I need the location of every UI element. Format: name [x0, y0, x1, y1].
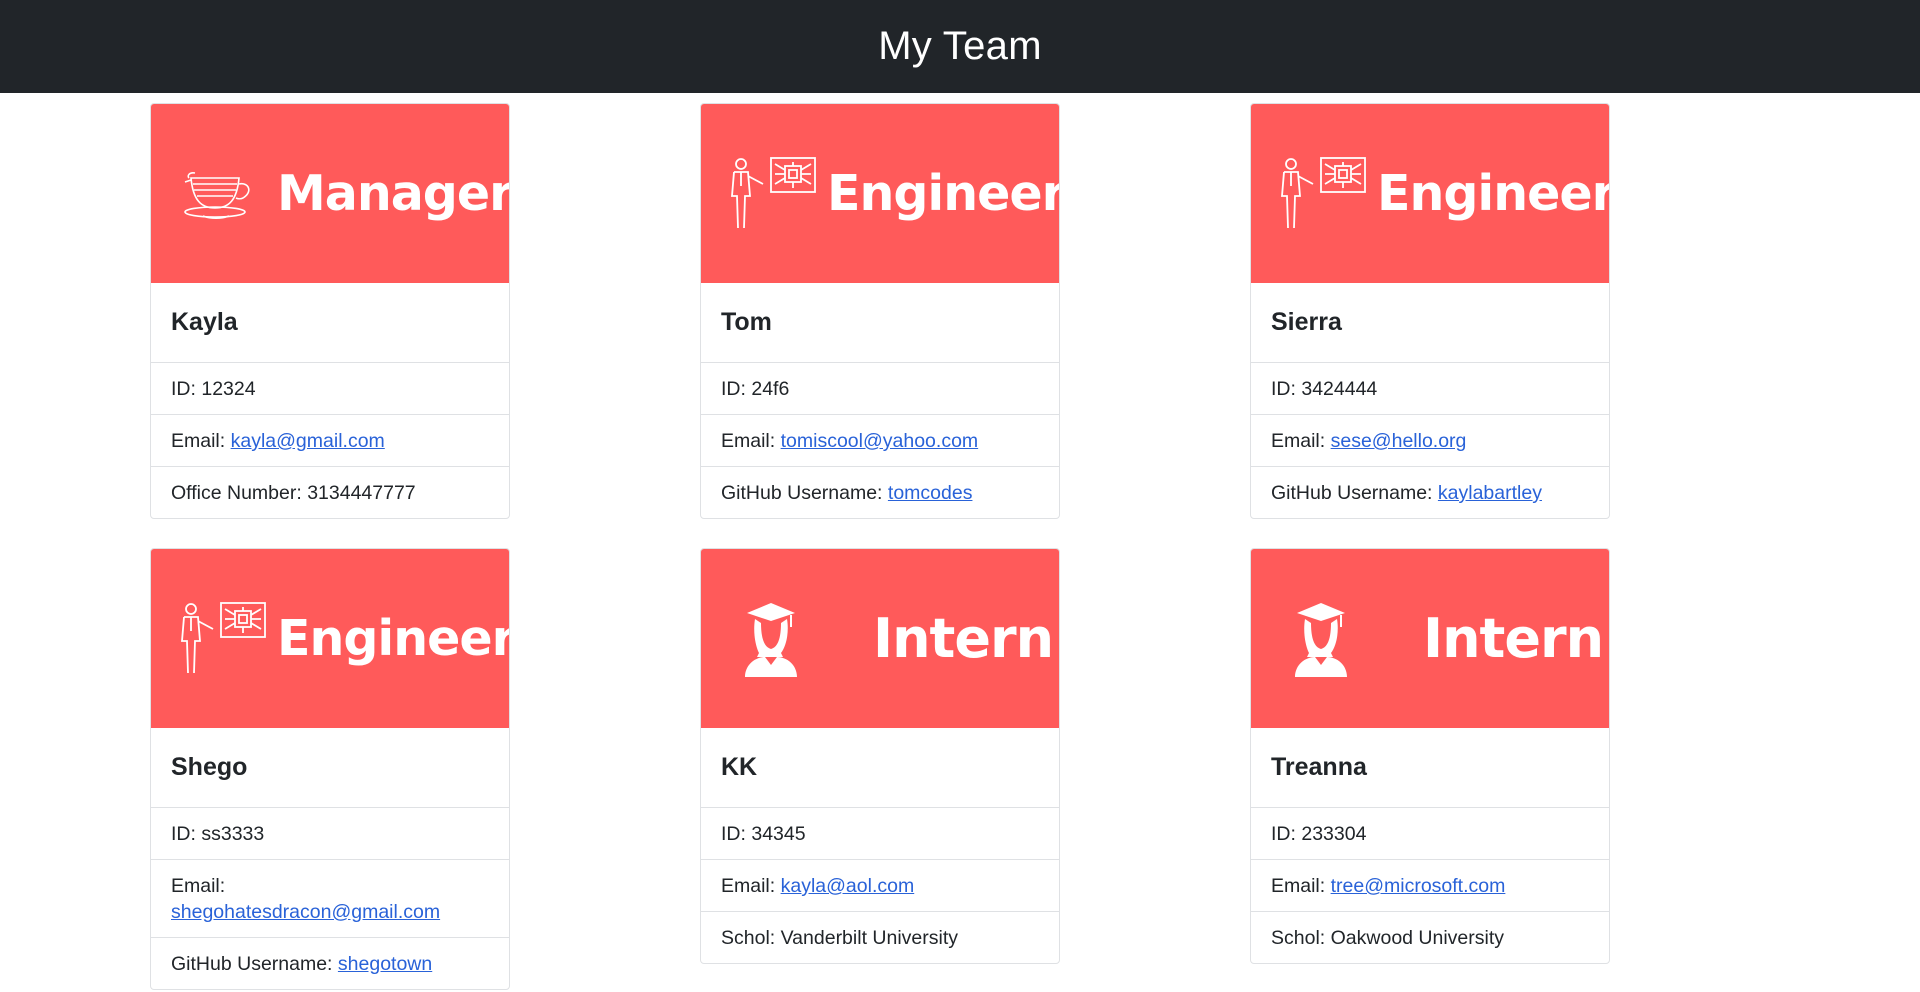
engineer-presenting-icon: [1273, 146, 1369, 242]
email-link[interactable]: sese@hello.org: [1331, 430, 1467, 452]
school-label: Schol:: [1271, 927, 1331, 949]
navbar: My Team: [0, 0, 1920, 93]
role-banner: Engineer: [1251, 104, 1609, 283]
id-value: 24f6: [751, 378, 790, 400]
email-link[interactable]: tomiscool@yahoo.com: [781, 430, 979, 452]
email-label: Email:: [171, 875, 226, 897]
email-link[interactable]: shegohatesdracon@gmail.com: [171, 901, 440, 923]
page-title: My Team: [878, 24, 1042, 68]
teacup-icon: [173, 146, 269, 242]
office-number-label: Office Number:: [171, 482, 308, 504]
graduate-icon: [1273, 591, 1369, 687]
role-banner: Engineer: [701, 104, 1059, 283]
employee-card: Manager Kayla ID: 12324 Email: kayla@gma…: [150, 103, 510, 519]
employee-email: Email: tomiscool@yahoo.com: [701, 415, 1059, 467]
employee-card: Intern Treanna ID: 233304 Email: tree@mi…: [1250, 548, 1610, 964]
role-label: Manager: [277, 165, 510, 222]
github-label: GitHub Username:: [1271, 482, 1438, 504]
school-label: Schol:: [721, 927, 781, 949]
employee-id: ID: ss3333: [151, 808, 509, 860]
employee-card: Intern KK ID: 34345 Email: kayla@aol.com…: [700, 548, 1060, 964]
github-label: GitHub Username:: [721, 482, 888, 504]
employee-email: Email: tree@microsoft.com: [1251, 860, 1609, 912]
id-value: 233304: [1301, 823, 1367, 845]
employee-email: Email: kayla@aol.com: [701, 860, 1059, 912]
email-link[interactable]: kayla@aol.com: [781, 875, 915, 897]
employee-name: KK: [701, 728, 1059, 808]
role-banner: Engineer: [151, 549, 509, 728]
github-link[interactable]: shegotown: [338, 953, 432, 975]
role-banner: Intern: [701, 549, 1059, 728]
github-username: GitHub Username: shegotown: [151, 938, 509, 989]
employee-id: ID: 233304: [1251, 808, 1609, 860]
employee-name: Kayla: [151, 283, 509, 363]
github-username: GitHub Username: kaylabartley: [1251, 467, 1609, 518]
role-label: Intern: [873, 607, 1054, 670]
email-label: Email:: [1271, 875, 1331, 897]
id-label: ID:: [1271, 823, 1302, 845]
id-label: ID:: [721, 378, 752, 400]
employee-name: Sierra: [1251, 283, 1609, 363]
school-value: Vanderbilt University: [780, 927, 959, 949]
engineer-presenting-icon: [723, 146, 819, 242]
employee-name: Shego: [151, 728, 509, 808]
graduate-icon: [723, 591, 819, 687]
role-label: Engineer: [1377, 165, 1610, 222]
github-link[interactable]: tomcodes: [888, 482, 973, 504]
employee-card: Engineer Shego ID: ss3333 Email: shegoha…: [150, 548, 510, 990]
id-label: ID:: [171, 823, 202, 845]
id-label: ID:: [721, 823, 752, 845]
employee-id: ID: 34345: [701, 808, 1059, 860]
email-label: Email:: [721, 430, 781, 452]
email-label: Email:: [721, 875, 781, 897]
role-banner: Intern: [1251, 549, 1609, 728]
school: Schol: Oakwood University: [1251, 912, 1609, 963]
employee-name: Tom: [701, 283, 1059, 363]
employee-name: Treanna: [1251, 728, 1609, 808]
employee-email: Email: kayla@gmail.com: [151, 415, 509, 467]
email-link[interactable]: tree@microsoft.com: [1331, 875, 1506, 897]
employee-id: ID: 12324: [151, 363, 509, 415]
email-label: Email:: [171, 430, 231, 452]
employee-id: ID: 3424444: [1251, 363, 1609, 415]
email-label: Email:: [1271, 430, 1331, 452]
employee-card: Engineer Tom ID: 24f6 Email: tomiscool@y…: [700, 103, 1060, 519]
role-label: Engineer: [277, 610, 510, 667]
office-number-value: 3134447777: [307, 482, 416, 504]
email-link[interactable]: kayla@gmail.com: [231, 430, 385, 452]
github-username: GitHub Username: tomcodes: [701, 467, 1059, 518]
employee-email: Email: sese@hello.org: [1251, 415, 1609, 467]
employee-id: ID: 24f6: [701, 363, 1059, 415]
id-value: 3424444: [1301, 378, 1378, 400]
id-value: 34345: [751, 823, 806, 845]
id-label: ID:: [171, 378, 202, 400]
id-value: 12324: [201, 378, 256, 400]
role-banner: Manager: [151, 104, 509, 283]
id-label: ID:: [1271, 378, 1302, 400]
school: Schol: Vanderbilt University: [701, 912, 1059, 963]
role-label: Intern: [1423, 607, 1604, 670]
school-value: Oakwood University: [1330, 927, 1505, 949]
github-label: GitHub Username:: [171, 953, 338, 975]
engineer-presenting-icon: [173, 591, 269, 687]
github-link[interactable]: kaylabartley: [1438, 482, 1542, 504]
employee-card: Engineer Sierra ID: 3424444 Email: sese@…: [1250, 103, 1610, 519]
employee-email: Email: shegohatesdracon@gmail.com: [151, 860, 509, 938]
role-label: Engineer: [827, 165, 1060, 222]
office-number: Office Number: 3134447777: [151, 467, 509, 518]
id-value: ss3333: [201, 823, 265, 845]
